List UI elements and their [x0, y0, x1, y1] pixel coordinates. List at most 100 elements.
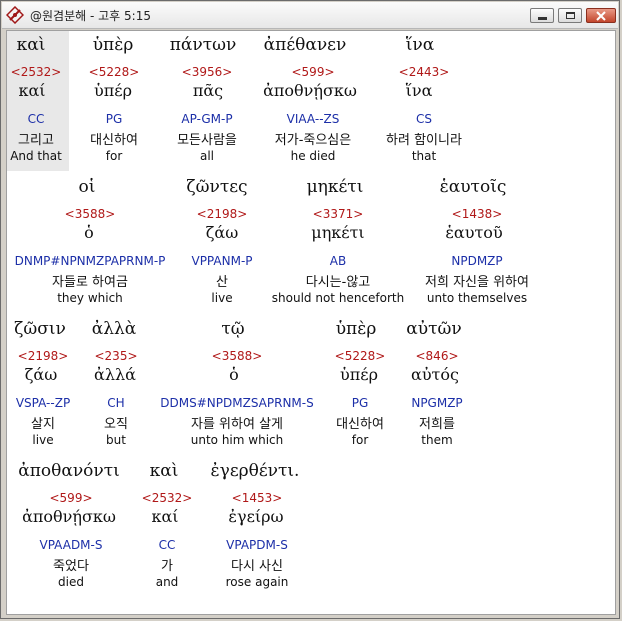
korean-gloss: 가 — [161, 559, 173, 574]
close-icon — [596, 11, 606, 21]
parsing-code: AB — [329, 254, 347, 268]
lemma: ἵνα — [405, 81, 433, 100]
greek-word[interactable]: αὐτῶν — [406, 319, 461, 339]
lemma: αὐτός — [411, 365, 459, 384]
greek-word[interactable]: ἀλλὰ — [92, 319, 137, 339]
parsing-code: VPAADM-S — [39, 538, 103, 552]
parsing-code: VPPANM-P — [191, 254, 253, 268]
app-icon — [6, 6, 24, 24]
strong-number[interactable]: <3371> — [313, 207, 364, 221]
interlinear-panel: καὶ <2532> καί CC 그리고 And that ὑπὲρ <522… — [6, 30, 616, 615]
parsing-code: PG — [105, 112, 123, 126]
lemma: ζάω — [24, 365, 58, 384]
lemma: ὁ — [84, 223, 94, 242]
korean-gloss: 산 — [216, 275, 228, 290]
strong-number[interactable]: <3588> — [65, 207, 116, 221]
lemma: καί — [18, 81, 46, 100]
english-gloss: should not henceforth — [271, 291, 405, 305]
strong-number[interactable]: <2443> — [399, 65, 450, 79]
english-gloss: all — [199, 149, 215, 163]
english-gloss: and — [155, 575, 179, 589]
app-window: @원겸분해 - 고후 5:15 καὶ <2532> καί CC 그리고 An… — [0, 0, 620, 619]
strong-number[interactable]: <2198> — [18, 349, 69, 363]
parsing-code: DDMS#NPDMZSAPRNM-S — [160, 396, 314, 410]
english-gloss: unto him which — [190, 433, 284, 447]
maximize-button[interactable] — [558, 8, 582, 23]
strong-number[interactable]: <5228> — [335, 349, 386, 363]
english-gloss: but — [106, 433, 126, 447]
strong-number[interactable]: <846> — [415, 349, 458, 363]
korean-gloss: 다시는-않고 — [305, 275, 371, 290]
parsing-code: DNMP#NPNMZPAPRNM-P — [14, 254, 166, 268]
parsing-code: NPGMZP — [411, 396, 463, 410]
strong-number[interactable]: <235> — [94, 349, 137, 363]
greek-word[interactable]: ζῶσιν — [14, 319, 66, 339]
korean-gloss: 살지 — [31, 417, 55, 432]
strong-number[interactable]: <599> — [49, 491, 92, 505]
strong-number[interactable]: <1453> — [232, 491, 283, 505]
english-gloss: live — [211, 291, 233, 305]
greek-word[interactable]: ὑπὲρ — [336, 319, 377, 339]
english-gloss: rose again — [225, 575, 289, 589]
lemma: ὁ — [229, 365, 239, 384]
greek-word[interactable]: ἐγερθέντι. — [211, 461, 300, 481]
lemma: καί — [151, 507, 179, 526]
korean-gloss: 자들로 하여금 — [52, 275, 128, 290]
strong-number[interactable]: <599> — [291, 65, 334, 79]
lemma: μηκέτι — [311, 223, 365, 242]
close-button[interactable] — [586, 8, 616, 23]
korean-gloss: 죽었다 — [53, 559, 89, 574]
greek-word[interactable]: οἱ — [79, 177, 96, 197]
parsing-code: CC — [158, 538, 176, 552]
korean-gloss: 그리고 — [18, 133, 54, 148]
minimize-icon — [538, 17, 547, 20]
greek-word[interactable]: ἵνα — [406, 35, 434, 55]
parsing-code: CC — [27, 112, 45, 126]
korean-gloss: 자를 위하여 살게 — [191, 417, 283, 432]
english-gloss: died — [58, 575, 84, 589]
parsing-code: PG — [351, 396, 369, 410]
maximize-icon — [566, 12, 575, 19]
parsing-code: VPAPDM-S — [226, 538, 288, 552]
parsing-code: AP-GM-P — [181, 112, 233, 126]
greek-word[interactable]: πάντων — [170, 35, 237, 55]
parsing-code: VSPA--ZP — [15, 396, 71, 410]
korean-gloss: 하려 함이니라 — [386, 133, 462, 148]
greek-word[interactable]: τῷ — [221, 319, 244, 339]
greek-word[interactable]: μηκέτι — [307, 177, 364, 197]
greek-word[interactable]: ἀποθανόντι — [18, 461, 120, 481]
strong-number[interactable]: <2532> — [11, 65, 62, 79]
lemma: ὑπέρ — [94, 81, 132, 100]
strong-number[interactable]: <3588> — [212, 349, 263, 363]
strong-number[interactable]: <5228> — [89, 65, 140, 79]
parsing-code: CH — [107, 396, 125, 410]
english-gloss: he died — [290, 149, 336, 163]
english-gloss: live — [32, 433, 54, 447]
parsing-code: NPDMZP — [451, 254, 503, 268]
strong-number[interactable]: <1438> — [452, 207, 503, 221]
lemma: ἑαυτοῦ — [445, 223, 503, 242]
korean-gloss: 모든사람을 — [177, 133, 237, 148]
english-gloss: for — [105, 149, 123, 163]
lemma: ἐγείρω — [228, 507, 284, 526]
english-gloss: that — [411, 149, 437, 163]
lemma: ἀλλά — [94, 365, 136, 384]
strong-number[interactable]: <2198> — [197, 207, 248, 221]
greek-word[interactable]: καὶ — [150, 461, 179, 481]
greek-word[interactable]: ὑπὲρ — [93, 35, 134, 55]
strong-number[interactable]: <3956> — [182, 65, 233, 79]
lemma: ἀποθνῄσκω — [263, 81, 357, 100]
english-gloss: them — [421, 433, 453, 447]
title-bar[interactable]: @원겸분해 - 고후 5:15 — [2, 2, 618, 29]
greek-word[interactable]: καὶ — [17, 35, 46, 55]
parsing-code: CS — [416, 112, 432, 126]
greek-word[interactable]: ἑαυτοῖς — [440, 177, 507, 197]
strong-number[interactable]: <2532> — [142, 491, 193, 505]
lemma: ζάω — [205, 223, 239, 242]
korean-gloss: 오직 — [104, 417, 128, 432]
parsing-code: VIAA--ZS — [286, 112, 340, 126]
minimize-button[interactable] — [530, 8, 554, 23]
greek-word[interactable]: ἀπέθανεν — [264, 35, 347, 55]
lemma: πᾶς — [192, 81, 224, 100]
greek-word[interactable]: ζῶντες — [186, 177, 247, 197]
